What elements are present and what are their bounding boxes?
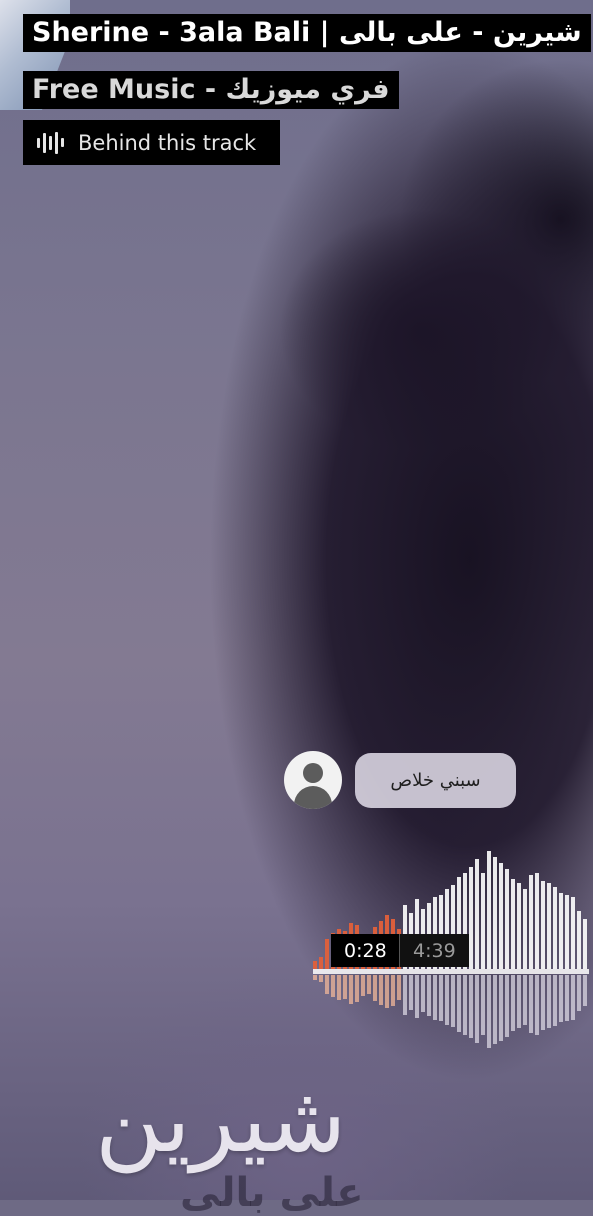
playback-time: 0:28 4:39 xyxy=(331,934,469,967)
track-title[interactable]: Sherine - 3ala Bali | شيرين - على بالى xyxy=(23,14,591,52)
artwork-subtitle: على بالى xyxy=(180,1170,364,1216)
track-artwork-background xyxy=(0,0,593,1200)
behind-this-track-label: Behind this track xyxy=(78,130,257,155)
user-avatar-icon[interactable] xyxy=(284,751,342,809)
behind-this-track-button[interactable]: Behind this track xyxy=(23,120,280,165)
track-uploader[interactable]: Free Music - فري ميوزيك xyxy=(23,71,399,109)
artwork-artist-name: شيرين xyxy=(95,1066,347,1173)
timed-comment[interactable]: سبني خلاص xyxy=(284,751,516,809)
total-time: 4:39 xyxy=(399,934,469,967)
waveform-icon xyxy=(37,131,64,154)
comment-bubble[interactable]: سبني خلاص xyxy=(355,752,516,808)
current-time: 0:28 xyxy=(331,934,400,967)
